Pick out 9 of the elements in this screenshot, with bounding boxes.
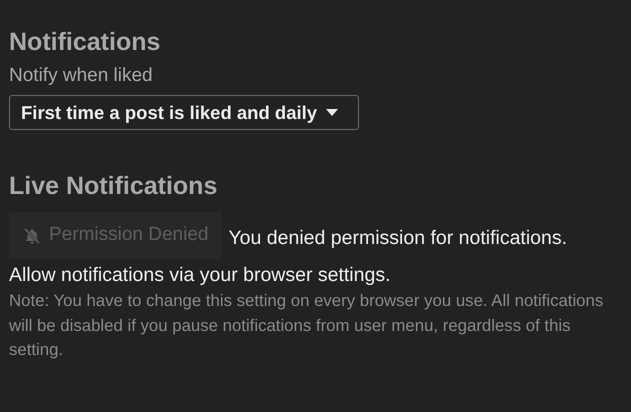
muted-bell-icon	[23, 226, 41, 244]
permission-message: Allow notifications via your browser settings.	[9, 263, 392, 288]
field-label: Notify when liked	[9, 64, 154, 88]
caret-icon	[326, 109, 338, 116]
permission-message: You denied permission for notifications.	[228, 226, 568, 250]
section-heading: Notifications	[9, 27, 162, 58]
note-text: Note: You have to change this setting on every browser you use. All notifications will be disabled if you pause notifications from user menu, regardless of this setting.	[9, 290, 604, 361]
dropdown-select[interactable]: First time a post is liked and daily	[9, 95, 359, 130]
section-heading: Live Notifications	[9, 171, 218, 202]
